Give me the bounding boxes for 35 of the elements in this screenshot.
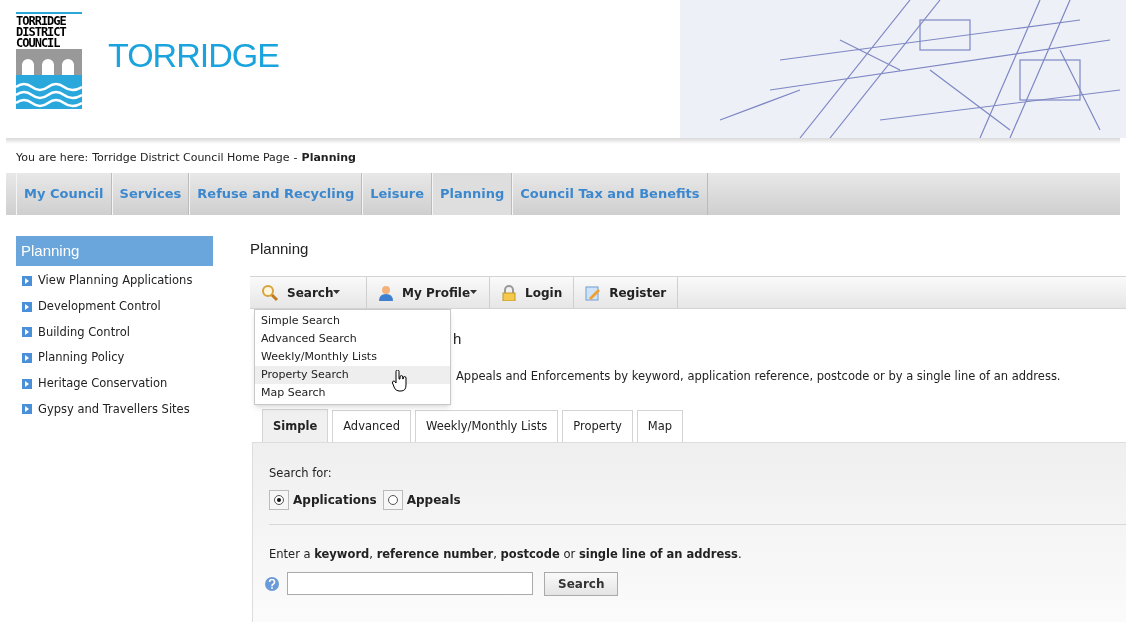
tab[interactable]: Property [562,410,633,443]
instruction-text: Enter a keyword, reference number, postcode or single line of an address. [269,545,743,563]
menu-item[interactable]: Property Search [255,366,450,384]
sidebar-link[interactable]: View Planning Applications [38,272,193,290]
tab[interactable]: Advanced [332,410,411,443]
menu-item[interactable]: Weekly/Monthly Lists [255,348,450,366]
sidebar-link[interactable]: Building Control [38,323,130,341]
description: Appeals and Enforcements by keyword, application reference, postcode or by a single line of an address. [456,368,1061,385]
sidebar-heading: Planning [16,236,213,266]
sidebar-link[interactable]: Planning Policy [38,349,125,367]
tab[interactable]: Weekly/Monthly Lists [415,410,559,443]
tab[interactable]: Map [636,410,684,443]
menu-item[interactable]: Advanced Search [255,330,450,348]
breadcrumb-label: You are here: [16,150,89,166]
toolbar-button[interactable]: My Profile [367,277,491,308]
sidebar-link[interactable]: Heritage Conservation [38,374,168,393]
toolbar-button[interactable]: Login [490,277,575,308]
sidebar-link[interactable]: Development Control [38,297,161,316]
breadcrumb-separator: - [293,150,298,166]
toolbar-button[interactable]: Register [574,277,679,308]
site-title: TORRIDGE [108,35,279,76]
search-button[interactable]: Search [544,571,619,596]
toolbar-button[interactable]: Search [250,277,367,308]
section-heading: h [453,329,462,349]
menu-item[interactable]: Simple Search [255,312,450,330]
council-logo: TORRIDGE DISTRICT COUNCIL [16,12,82,109]
tab[interactable]: Simple [262,409,329,443]
page-title: Planning [250,238,310,259]
radio-label: Appeals [406,491,461,509]
breadcrumb-current: Planning [301,150,356,166]
menu-item[interactable]: Map Search [255,384,450,402]
sidebar-link[interactable]: Gypsy and Travellers Sites [38,400,190,418]
breadcrumb-link[interactable]: Torridge District Council Home Page [92,150,290,166]
radio-label: Applications [293,491,377,509]
search-for-label: Search for: [269,465,333,483]
